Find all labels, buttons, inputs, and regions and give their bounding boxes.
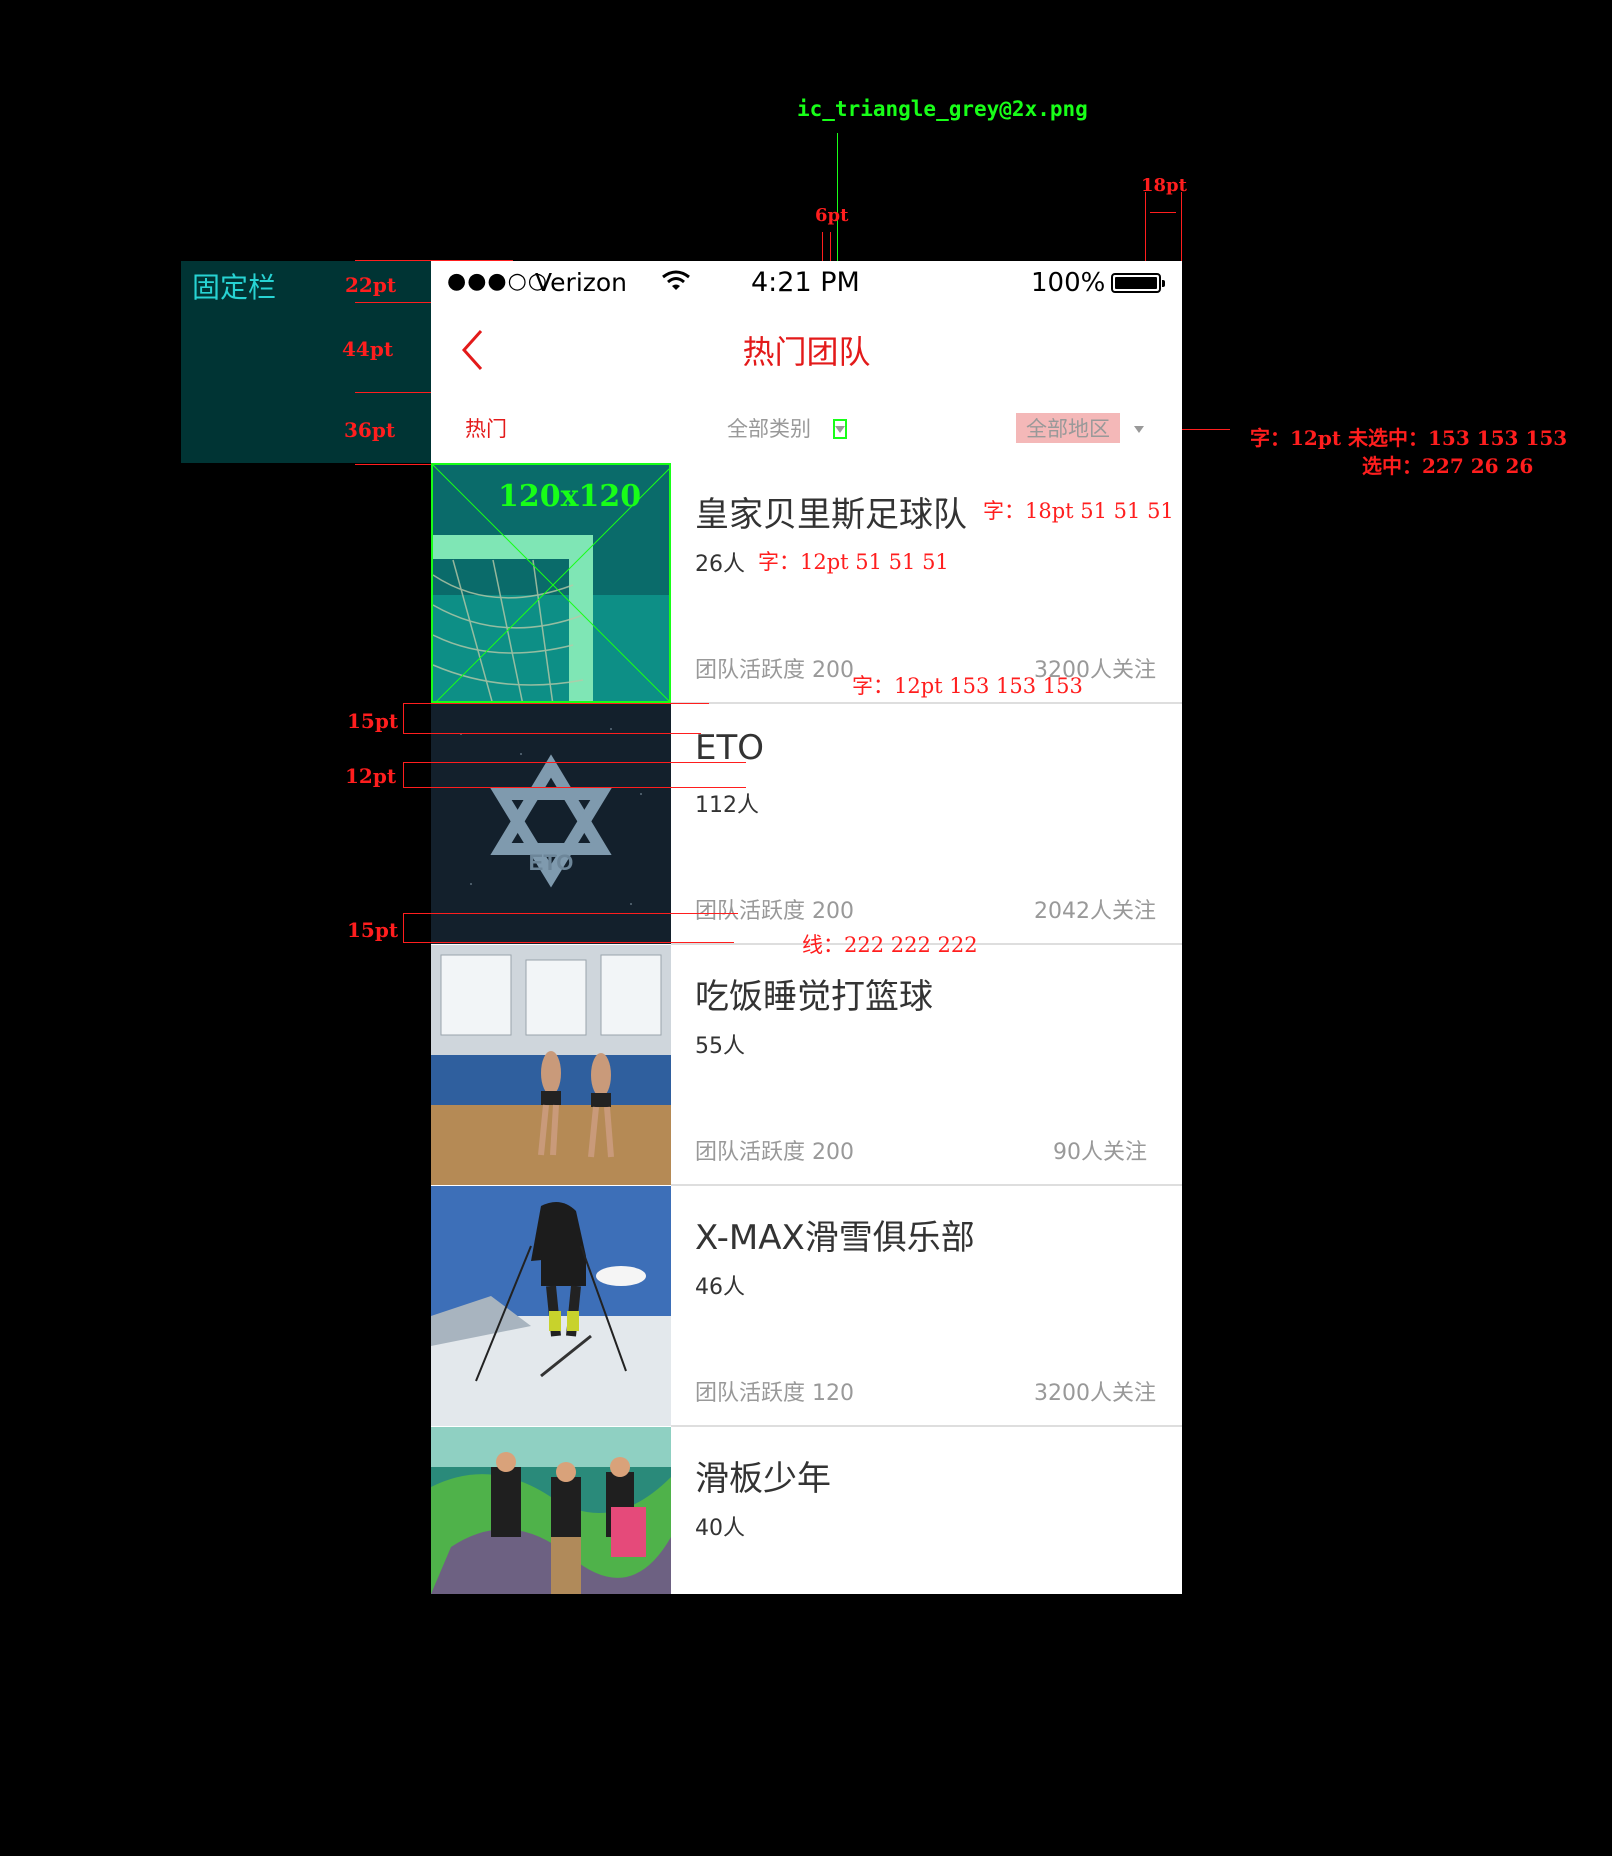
region-filter-label: 全部地区 bbox=[1026, 417, 1110, 441]
divider-annotation: 线：222 222 222 bbox=[802, 933, 978, 957]
triangle-grey-icon bbox=[833, 419, 847, 439]
dim-line bbox=[403, 762, 746, 763]
team-members: 55人 bbox=[695, 1034, 745, 1059]
team-row[interactable]: ETO ETO 112人 团队活跃度 200 2042人关注 bbox=[431, 704, 1182, 945]
dim-line bbox=[403, 942, 734, 943]
team-thumbnail bbox=[431, 945, 671, 1185]
team-row[interactable]: X-MAX滑雪俱乐部 46人 团队活跃度 120 3200人关注 bbox=[431, 1186, 1182, 1427]
team-thumbnail bbox=[431, 1186, 671, 1426]
name-font-annotation: 字：18pt 51 51 51 bbox=[983, 499, 1174, 523]
dim-line bbox=[403, 703, 709, 704]
team-thumbnail: ETO bbox=[431, 704, 671, 944]
team-members: 112人 bbox=[695, 793, 759, 818]
top-padding-annotation: 15pt bbox=[347, 709, 399, 733]
signal-strength-icon: ●●●○○ bbox=[447, 269, 548, 294]
dim-line bbox=[403, 787, 746, 788]
team-activity: 团队活跃度 120 bbox=[695, 1381, 854, 1406]
dim-line bbox=[1150, 212, 1176, 213]
team-members: 46人 bbox=[695, 1275, 745, 1300]
team-activity: 团队活跃度 200 bbox=[695, 658, 854, 683]
phone-screen: ●●●○○ Verizon 4:21 PM 100% 热门团队 热门 全部类别 … bbox=[431, 261, 1182, 1594]
filter-height-annotation: 36pt bbox=[344, 418, 396, 442]
team-name: X-MAX滑雪俱乐部 bbox=[695, 1218, 975, 1258]
filter-selected-annotation: 选中：227 26 26 bbox=[1362, 454, 1534, 478]
dim-line bbox=[403, 913, 738, 914]
category-filter-label: 全部类别 bbox=[727, 417, 811, 441]
dim-line bbox=[403, 733, 701, 734]
region-filter[interactable]: 全部地区 bbox=[1016, 413, 1120, 443]
team-row[interactable]: 滑板少年 40人 bbox=[431, 1427, 1182, 1594]
status-time: 4:21 PM bbox=[751, 267, 860, 298]
wifi-icon bbox=[662, 270, 690, 290]
team-activity: 团队活跃度 200 bbox=[695, 899, 854, 924]
team-name: 滑板少年 bbox=[695, 1459, 831, 1499]
carrier-label: Verizon bbox=[535, 268, 628, 297]
members-font-annotation: 字：12pt 51 51 51 bbox=[758, 550, 949, 574]
triangle-asset-annotation: ic_triangle_grey@2x.png bbox=[797, 97, 1088, 121]
triangle-gap-annotation: 6pt bbox=[815, 205, 849, 226]
team-name: 吃饭睡觉打篮球 bbox=[695, 977, 933, 1017]
bottom-padding-annotation: 15pt bbox=[347, 918, 399, 942]
region-triangle-icon bbox=[1134, 426, 1144, 433]
fixed-bar-label: 固定栏 bbox=[192, 271, 277, 304]
tab-hot[interactable]: 热门 bbox=[465, 413, 507, 443]
dim-line bbox=[403, 913, 404, 942]
dim-line bbox=[403, 703, 404, 733]
team-activity: 团队活跃度 200 bbox=[695, 1140, 854, 1165]
nav-height-annotation: 44pt bbox=[342, 337, 394, 361]
team-members: 26人 bbox=[695, 552, 745, 577]
filter-font-annotation: 字：12pt 未选中：153 153 153 bbox=[1250, 426, 1568, 450]
thumb-size-annotation: 120x120 bbox=[498, 479, 642, 514]
battery-icon bbox=[1111, 273, 1165, 293]
team-follows: 3200人关注 bbox=[1034, 1381, 1156, 1406]
team-members: 40人 bbox=[695, 1516, 745, 1541]
status-bar: ●●●○○ Verizon 4:21 PM 100% bbox=[431, 261, 1182, 305]
dim-line bbox=[403, 762, 404, 787]
category-filter[interactable]: 全部类别 bbox=[727, 413, 811, 443]
battery-percent: 100% bbox=[1031, 268, 1106, 298]
team-follows: 90人关注 bbox=[1053, 1140, 1147, 1165]
status-height-annotation: 22pt bbox=[345, 273, 397, 297]
meta-font-annotation: 字：12pt 153 153 153 bbox=[852, 674, 1083, 698]
line-gap-annotation: 12pt bbox=[345, 764, 397, 788]
page-title: 热门团队 bbox=[742, 333, 871, 371]
team-follows: 2042人关注 bbox=[1034, 899, 1156, 924]
team-row[interactable]: 吃饭睡觉打篮球 55人 团队活跃度 200 90人关注 bbox=[431, 945, 1182, 1186]
team-thumbnail bbox=[431, 1427, 671, 1594]
team-name: 皇家贝里斯足球队 bbox=[695, 495, 967, 535]
svg-text:ETO: ETO bbox=[529, 850, 574, 875]
